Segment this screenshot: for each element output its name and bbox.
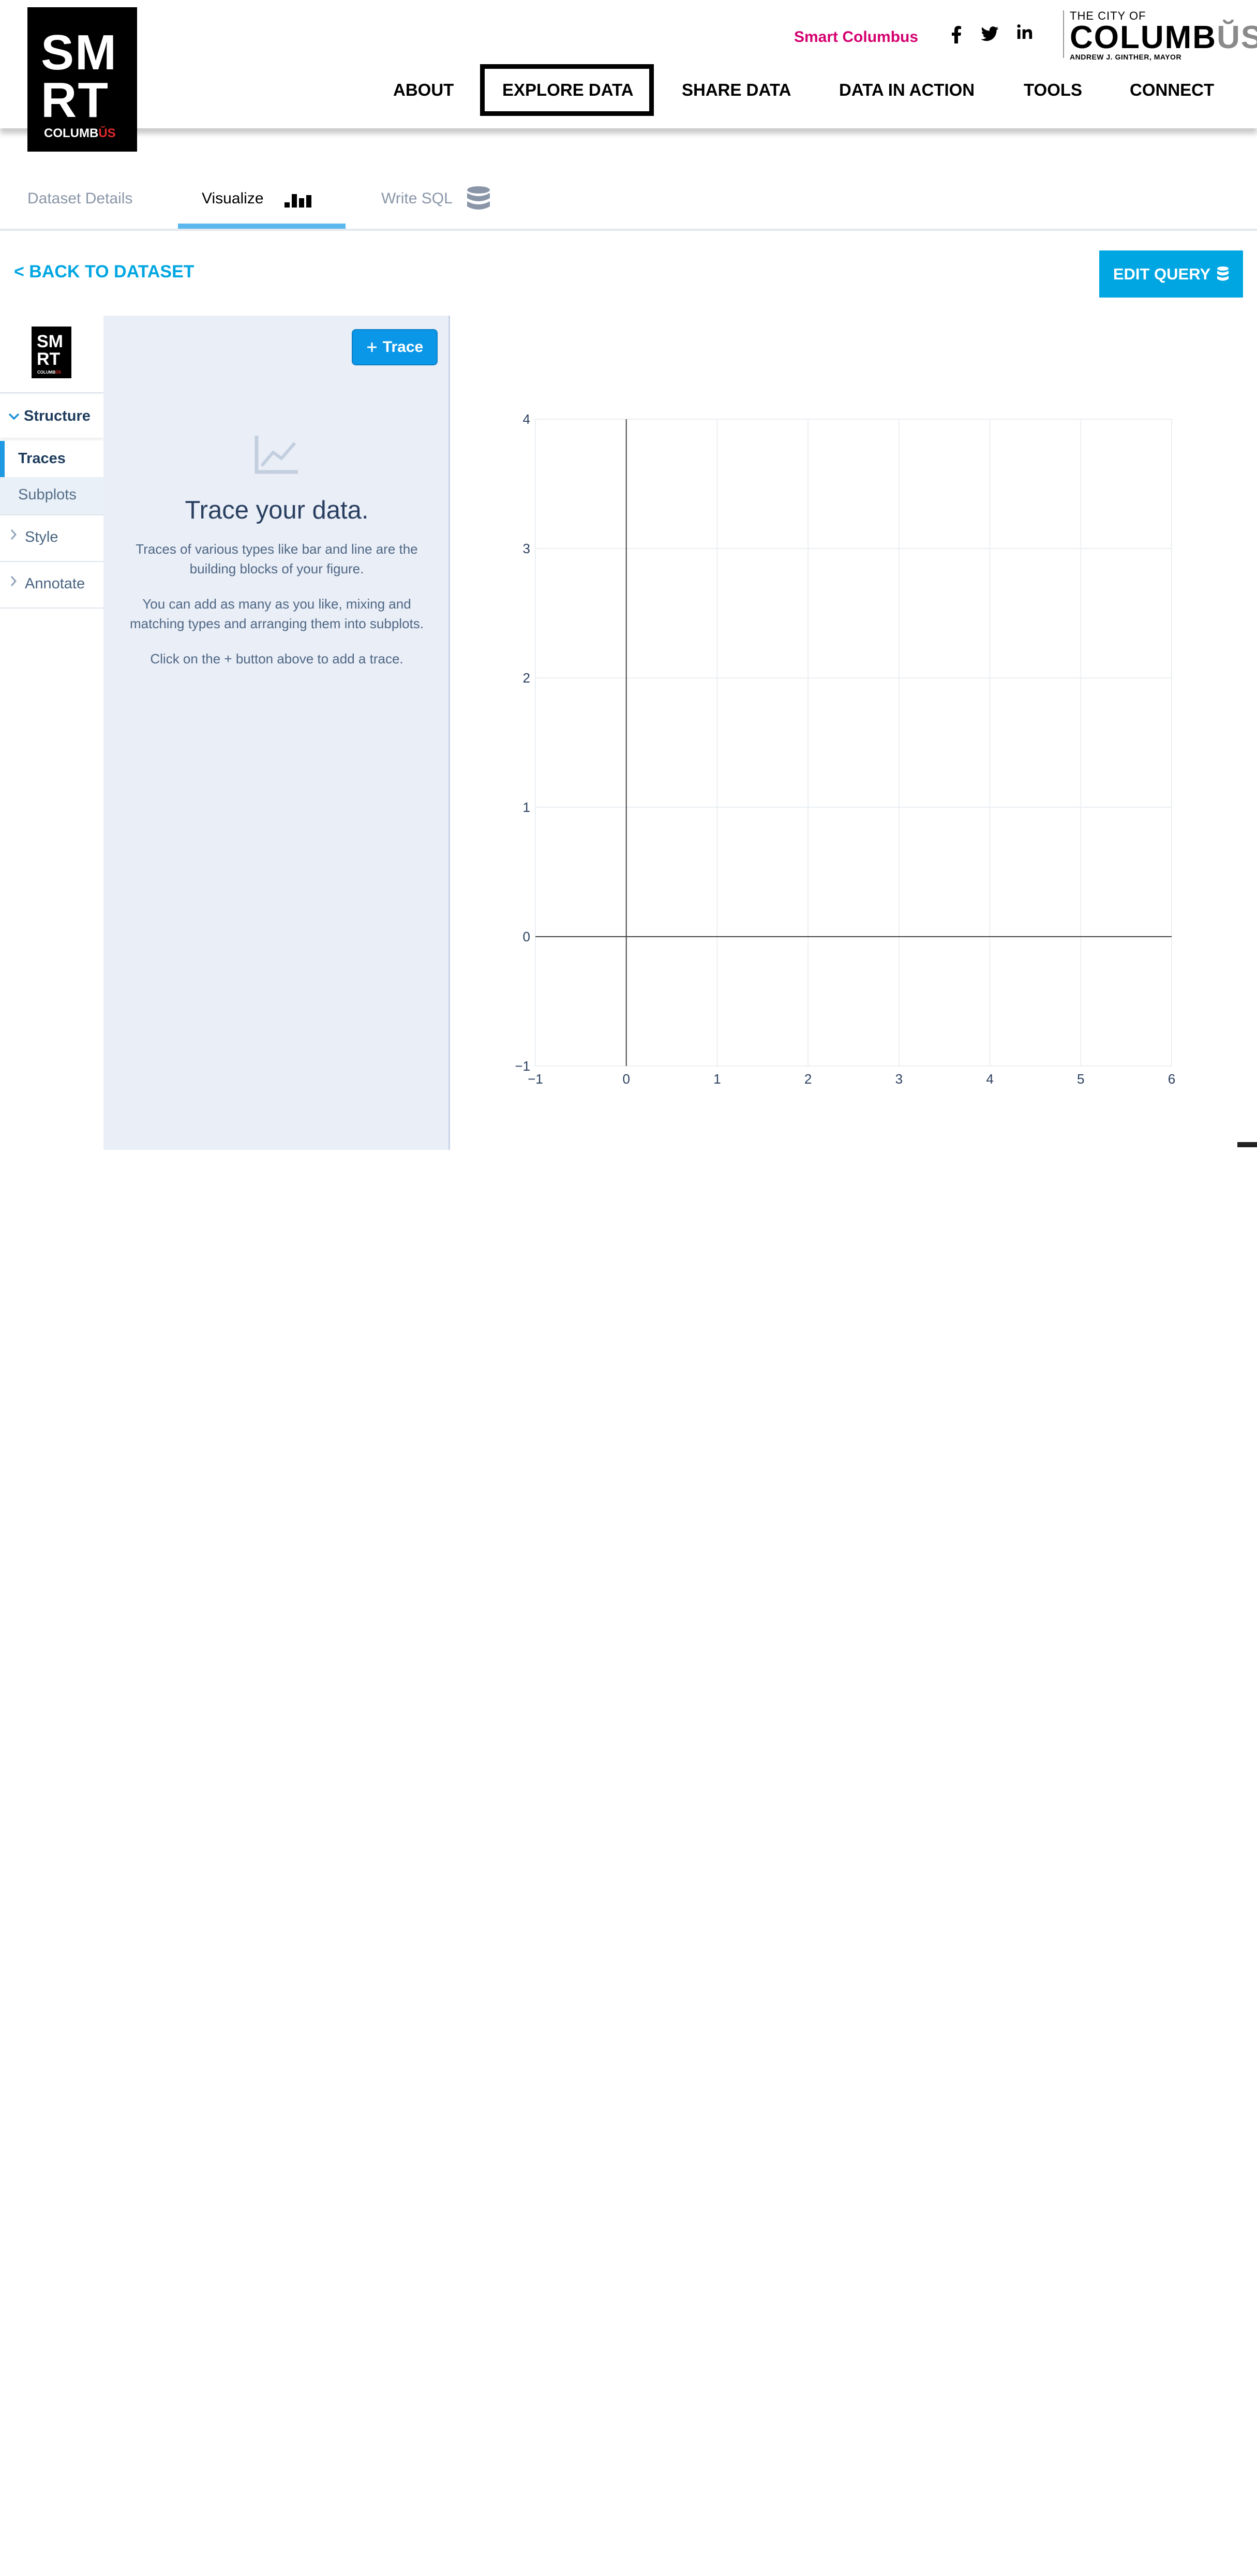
editor-logo-subtext: COLUMBŬS — [37, 370, 61, 375]
nav-data-in-action[interactable]: DATA IN ACTION — [839, 80, 975, 100]
chevron-right-icon — [10, 529, 17, 540]
trace-panel: Trace Trace your data. Traces of various… — [103, 316, 450, 1150]
nav-explore-data[interactable]: EXPLORE DATA — [502, 80, 634, 100]
editor-logo-text: SM RT — [37, 333, 63, 368]
empty-plot[interactable]: −1 0 1 2 3 4 5 6−101234 — [497, 393, 1190, 1087]
y-tick-label: 1 — [523, 800, 530, 815]
tab-visualize-label: Visualize — [202, 190, 264, 207]
y-tick-label: 3 — [523, 541, 530, 556]
sidebar-item-style[interactable]: Style — [0, 517, 103, 560]
tab-write-sql-label: Write SQL — [381, 190, 453, 207]
sidebar-item-structure[interactable]: Structure — [0, 394, 103, 438]
y-tick-label: 0 — [523, 929, 530, 944]
sidebar-item-traces-label: Traces — [18, 450, 66, 467]
back-to-dataset-link[interactable]: < BACK TO DATASET — [14, 262, 194, 282]
y-tick-label: 4 — [523, 411, 530, 427]
panel-paragraph-1: Traces of various types like bar and lin… — [136, 541, 418, 576]
logo-columb: COLUMB — [44, 126, 99, 140]
active-tab-indicator — [178, 224, 346, 229]
sidebar-divider — [0, 514, 103, 515]
y-tick-label: −1 — [515, 1058, 530, 1074]
city-logo-us: ŬS — [1217, 20, 1257, 55]
y-tick-label: 2 — [523, 670, 530, 686]
scrollbar-thumb[interactable] — [1237, 1142, 1257, 1147]
city-logo-columb: COLUMB — [1070, 20, 1217, 55]
site-header: Smart Columbus THE CITY OF COLUMBŬS ANDR… — [0, 0, 1257, 128]
editor-logo-line1: SM — [37, 332, 63, 351]
nav-connect[interactable]: CONNECT — [1130, 80, 1214, 100]
sidebar-item-annotate-label: Annotate — [25, 575, 85, 592]
x-tick-label: 5 — [1077, 1071, 1084, 1087]
nav-tools[interactable]: TOOLS — [1024, 80, 1082, 100]
sidebar-divider — [0, 392, 103, 393]
smart-columbus-logo[interactable]: SM RT COLUMBŬS — [27, 7, 137, 152]
sidebar-item-traces[interactable]: Traces — [0, 441, 103, 477]
x-tick-label: 3 — [895, 1071, 903, 1087]
database-icon — [467, 186, 490, 210]
line-chart-icon — [255, 436, 298, 474]
x-tick-label: 0 — [622, 1071, 630, 1087]
tab-visualize[interactable]: Visualize — [202, 190, 311, 208]
logo-subtext: COLUMBŬS — [44, 126, 116, 141]
chevron-right-icon — [10, 576, 17, 586]
panel-paragraph-3: Click on the + button above to add a tra… — [150, 651, 403, 667]
x-tick-label: 6 — [1168, 1071, 1175, 1087]
tab-dataset-details[interactable]: Dataset Details — [27, 190, 132, 208]
editor-logo-line2: RT — [37, 349, 61, 369]
plus-icon — [367, 343, 377, 352]
sidebar-item-subplots-label: Subplots — [18, 486, 77, 503]
linkedin-icon[interactable] — [1016, 23, 1034, 45]
nav-about[interactable]: ABOUT — [393, 80, 454, 100]
sidebar-item-subplots[interactable]: Subplots — [0, 477, 103, 514]
city-logo-line2: COLUMBŬS — [1070, 20, 1257, 55]
add-trace-button[interactable]: Trace — [352, 329, 438, 365]
panel-title: Trace your data. — [185, 496, 369, 524]
tab-write-sql[interactable]: Write SQL — [381, 186, 490, 210]
edit-query-button[interactable]: EDIT QUERY — [1099, 250, 1243, 298]
sidebar-divider — [0, 561, 103, 562]
chevron-down-icon — [8, 413, 20, 420]
editor-logo-us: ŬS — [55, 370, 62, 375]
edit-query-label: EDIT QUERY — [1113, 264, 1211, 283]
bar-chart-icon — [285, 194, 311, 208]
editor-logo-columb: COLUMB — [37, 370, 56, 375]
x-tick-label: 4 — [986, 1071, 993, 1087]
tabs-divider — [0, 229, 1257, 231]
logo-text: SM RT — [41, 28, 117, 125]
twitter-icon[interactable] — [981, 26, 998, 46]
header-divider — [1063, 10, 1064, 58]
sidebar-item-annotate[interactable]: Annotate — [0, 564, 103, 606]
facebook-icon[interactable] — [951, 26, 962, 48]
database-icon — [1217, 266, 1229, 280]
logo-line2: RT — [41, 72, 109, 128]
add-trace-label: Trace — [382, 338, 424, 356]
nav-share-data[interactable]: SHARE DATA — [682, 80, 791, 100]
sidebar-item-structure-label: Structure — [24, 408, 91, 424]
panel-paragraph-2: You can add as many as you like, mixing … — [129, 596, 424, 631]
smart-columbus-link[interactable]: Smart Columbus — [794, 28, 918, 46]
city-of-columbus-logo[interactable]: THE CITY OF COLUMBŬS ANDREW J. GINTHER, … — [1070, 9, 1257, 61]
x-tick-label: 1 — [713, 1071, 721, 1087]
logo-line1: SM — [41, 25, 117, 80]
editor-logo: SM RT COLUMBŬS — [32, 327, 71, 378]
x-tick-label: 2 — [804, 1071, 812, 1087]
sidebar-divider — [0, 608, 103, 609]
logo-us: ŬS — [98, 126, 116, 140]
sidebar-item-style-label: Style — [25, 529, 58, 545]
